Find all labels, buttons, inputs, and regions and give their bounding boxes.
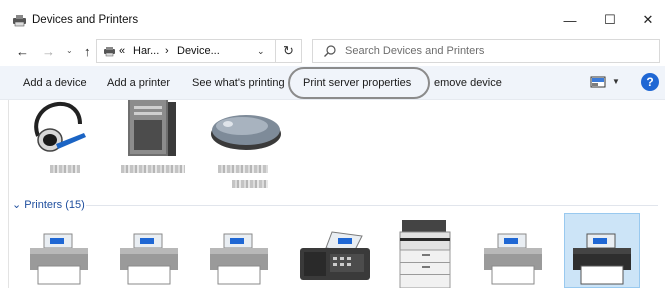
- minimize-button[interactable]: —: [550, 8, 590, 32]
- forward-arrow-icon[interactable]: →: [42, 44, 55, 59]
- title-bar: Devices and Printers — ☐ ✕: [0, 0, 665, 38]
- multifunction-printer-icon[interactable]: [396, 218, 458, 288]
- breadcrumb-hardware-and-sound[interactable]: Har...: [133, 45, 159, 57]
- change-view-icon[interactable]: [590, 75, 606, 89]
- address-bar[interactable]: « Har... › Device... ⌄: [96, 39, 276, 63]
- devices-printers-app-icon: [13, 15, 26, 27]
- printer-icon[interactable]: [26, 228, 92, 288]
- back-arrow-icon[interactable]: ←: [16, 44, 29, 59]
- breadcrumb-overflow[interactable]: «: [119, 45, 125, 57]
- collapse-chevron-icon[interactable]: ⌄: [12, 199, 24, 211]
- see-whats-printing-button[interactable]: See what's printing: [192, 77, 285, 89]
- printers-group-label[interactable]: Printers (15): [24, 199, 85, 211]
- up-arrow-icon[interactable]: ↑: [84, 44, 91, 59]
- view-dropdown-icon[interactable]: ▼: [612, 77, 620, 86]
- address-dropdown-chevron-icon[interactable]: ⌄: [257, 46, 265, 57]
- device-label-obscured: [50, 165, 80, 173]
- breadcrumb-separator[interactable]: ›: [165, 45, 169, 57]
- group-divider: [86, 205, 658, 206]
- window-title: Devices and Printers: [32, 14, 139, 26]
- command-bar: Add a device Add a printer See what's pr…: [0, 66, 665, 100]
- printers-group-header[interactable]: ⌄ Printers (15): [12, 198, 85, 211]
- device-label-obscured: [218, 165, 268, 173]
- device-label-obscured: [232, 180, 268, 188]
- headset-icon[interactable]: [28, 100, 88, 158]
- refresh-button[interactable]: ↻: [276, 39, 302, 63]
- close-button[interactable]: ✕: [628, 8, 665, 32]
- mouse-icon[interactable]: [208, 108, 284, 152]
- breadcrumb-devices-and-printers[interactable]: Device...: [177, 45, 220, 57]
- computer-tower-icon[interactable]: [118, 100, 182, 156]
- print-server-properties-button[interactable]: Print server properties: [303, 77, 411, 89]
- help-button[interactable]: ?: [641, 73, 659, 91]
- search-input[interactable]: Search Devices and Printers: [345, 45, 484, 57]
- location-printer-icon: [104, 47, 115, 57]
- add-printer-button[interactable]: Add a printer: [107, 77, 170, 89]
- printer-icon[interactable]: [480, 228, 546, 288]
- printer-icon[interactable]: [569, 228, 635, 288]
- maximize-button[interactable]: ☐: [590, 8, 630, 32]
- pane-edge: [8, 100, 9, 288]
- fax-icon[interactable]: [296, 228, 374, 288]
- search-icon: [324, 45, 336, 57]
- device-label-obscured: [121, 165, 185, 173]
- search-box[interactable]: Search Devices and Printers: [312, 39, 660, 63]
- printer-icon[interactable]: [206, 228, 272, 288]
- recent-locations-chevron-icon[interactable]: ⌄: [66, 46, 73, 55]
- printer-icon[interactable]: [116, 228, 182, 288]
- remove-device-button[interactable]: emove device: [434, 77, 502, 89]
- add-device-button[interactable]: Add a device: [23, 77, 87, 89]
- navigation-bar: ← → ⌄ ↑ « Har... › Device... ⌄ ↻ Search …: [0, 38, 665, 66]
